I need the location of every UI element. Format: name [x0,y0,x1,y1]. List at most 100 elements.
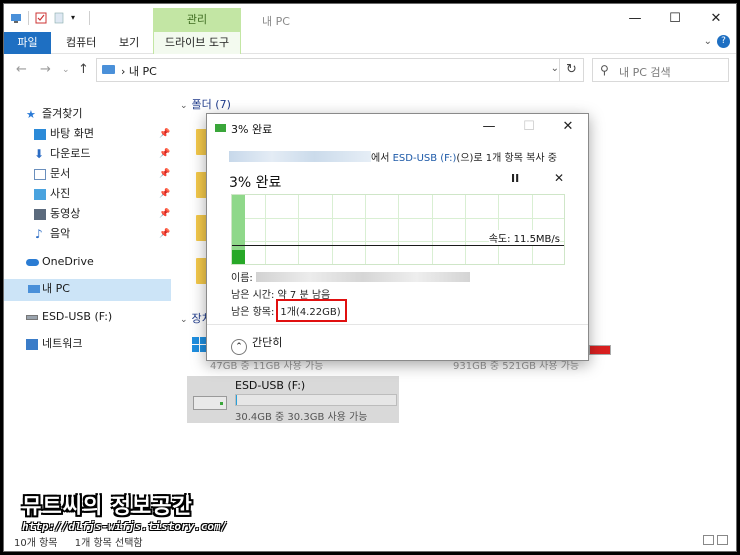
dialog-close-button[interactable]: ✕ [548,116,588,138]
pictures-icon [34,189,46,200]
quick-access-toolbar: ▾ [10,11,90,25]
dialog-minimize-button[interactable]: — [469,116,509,138]
items-label: 남은 항목: [231,307,275,318]
chevron-up-icon: ⌃ [231,339,247,355]
sidebar-item-label: 바탕 화면 [50,127,94,140]
qat-dropdown-icon[interactable]: ▾ [71,12,83,24]
sidebar-item-downloads[interactable]: ⬇ 다운로드 📌 [4,144,171,166]
drive-name: ESD-USB (F:) [235,379,306,392]
pin-icon[interactable]: 📌 [159,124,170,144]
recent-locations-icon[interactable]: ⌄ [62,65,70,75]
watermark-url: http://dlfjs-wifjs.tistory.com/ [22,520,228,533]
pin-icon[interactable]: 📌 [159,144,170,164]
minimize-button[interactable]: — [615,9,655,29]
pin-icon[interactable]: 📌 [159,164,170,184]
chevron-down-icon: ⌄ [180,101,188,111]
pc-icon [102,65,115,74]
speed-line [232,245,564,246]
breadcrumb[interactable]: › 내 PC [121,63,157,79]
new-folder-icon[interactable] [53,12,65,24]
download-icon: ⬇ [34,147,45,161]
graph-gridline [432,195,433,264]
sidebar-item-pictures[interactable]: 사진 📌 [4,184,171,206]
pin-icon[interactable]: 📌 [159,224,170,244]
help-icon[interactable]: ? [717,35,730,48]
address-bar[interactable]: › 내 PC ⌄ ↻ [96,58,584,82]
folders-group-header[interactable]: ⌄ 폴더 (7) [180,96,231,112]
forward-button[interactable]: → [40,62,51,77]
sidebar-item-network[interactable]: 네트워크 [4,334,171,356]
sidebar-item-label: 내 PC [42,282,70,295]
large-icons-view-icon[interactable] [717,535,728,545]
drive-usage-fill [236,395,237,405]
details-view-icon[interactable] [703,535,714,545]
sidebar-item-label: 즐겨찾기 [42,107,83,120]
usb-drive-icon [193,396,227,410]
pause-button[interactable]: II [511,172,519,185]
cloud-icon [26,259,39,266]
back-button[interactable]: ← [16,62,27,77]
fewer-details-button[interactable]: ⌃ 간단히 [231,334,282,355]
pin-icon[interactable]: 📌 [159,204,170,224]
sidebar-item-desktop[interactable]: 바탕 화면 📌 [4,124,171,146]
refresh-icon[interactable]: ↻ [559,58,583,82]
close-button[interactable]: ✕ [696,9,736,29]
fewer-details-label: 간단히 [252,336,283,349]
navigation-bar: ← → ⌄ ↑ › 내 PC ⌄ ↻ ⚲ 내 PC 검색 [4,54,736,86]
network-icon [26,339,38,350]
dialog-title: 3% 완료 [231,123,273,136]
up-button[interactable]: ↑ [78,62,89,77]
sidebar-item-videos[interactable]: 동영상 📌 [4,204,171,226]
cancel-button[interactable]: ✕ [554,171,564,185]
items-value: 1개(4.22GB) [280,307,341,318]
ribbon-expand-icon[interactable]: ⌄ [704,36,712,47]
maximize-button[interactable]: ☐ [655,9,695,29]
sidebar-item-usb[interactable]: ESD-USB (F:) [4,307,171,329]
tab-view[interactable]: 보기 [109,32,149,54]
from-text: 에서 [371,153,393,164]
properties-icon[interactable] [35,12,47,24]
pin-icon[interactable]: 📌 [159,184,170,204]
address-dropdown-icon[interactable]: ⌄ [551,63,559,74]
speed-area [232,250,245,264]
desktop-icon [34,129,46,140]
sidebar-item-documents[interactable]: 문서 📌 [4,164,171,186]
sidebar-item-this-pc[interactable]: 내 PC [4,279,171,301]
destination-link[interactable]: ESD-USB (F:) [393,153,457,164]
drive-d-usage-bar [589,345,611,355]
drive-size-text: 30.4GB 중 30.3GB 사용 가능 [235,412,368,423]
pc-icon [11,14,21,23]
usb-drive-icon [26,315,38,320]
graph-gridline [398,195,399,264]
graph-gridline [232,218,564,219]
title-bar: ▾ 관리 내 PC — ☐ ✕ [4,4,736,32]
copy-text: (으)로 1개 항목 복사 중 [456,153,557,164]
breadcrumb-this-pc[interactable]: 내 PC [129,65,157,78]
qat-separator [28,11,29,25]
tab-computer[interactable]: 컴퓨터 [56,32,106,54]
qat-separator [89,11,90,25]
chevron-down-icon: ⌄ [180,315,188,325]
window-title: 내 PC [262,15,290,28]
usb-drive-tile[interactable]: ESD-USB (F:) 30.4GB 중 30.3GB 사용 가능 [187,376,399,423]
star-icon: ★ [26,108,36,121]
redacted-source [229,151,371,162]
folders-header-label: 폴더 (7) [191,98,231,111]
redacted-filename [255,272,470,282]
tab-file[interactable]: 파일 [4,32,51,54]
sidebar-item-music[interactable]: ♪ 음악 📌 [4,224,171,246]
highlight-box: 1개(4.22GB) [276,299,347,322]
navigation-pane: ★ 즐겨찾기 바탕 화면 📌 ⬇ 다운로드 📌 문서 📌 사진 📌 동영상 📌 [4,96,171,536]
drive-usage-bar [235,394,397,406]
sidebar-item-label: 동영상 [50,207,81,220]
name-label: 이름: [231,273,253,284]
search-input[interactable]: ⚲ 내 PC 검색 [592,58,729,82]
documents-icon [34,169,46,180]
percent-complete: 3% 완료 [229,175,282,191]
manage-contextual-tab[interactable]: 관리 [153,8,241,32]
sidebar-item-onedrive[interactable]: OneDrive [4,252,171,274]
sidebar-item-quick-access[interactable]: ★ 즐겨찾기 [4,104,171,126]
tab-drive-tools[interactable]: 드라이브 도구 [153,32,241,54]
sidebar-item-label: OneDrive [42,255,94,268]
dialog-divider [207,324,588,325]
